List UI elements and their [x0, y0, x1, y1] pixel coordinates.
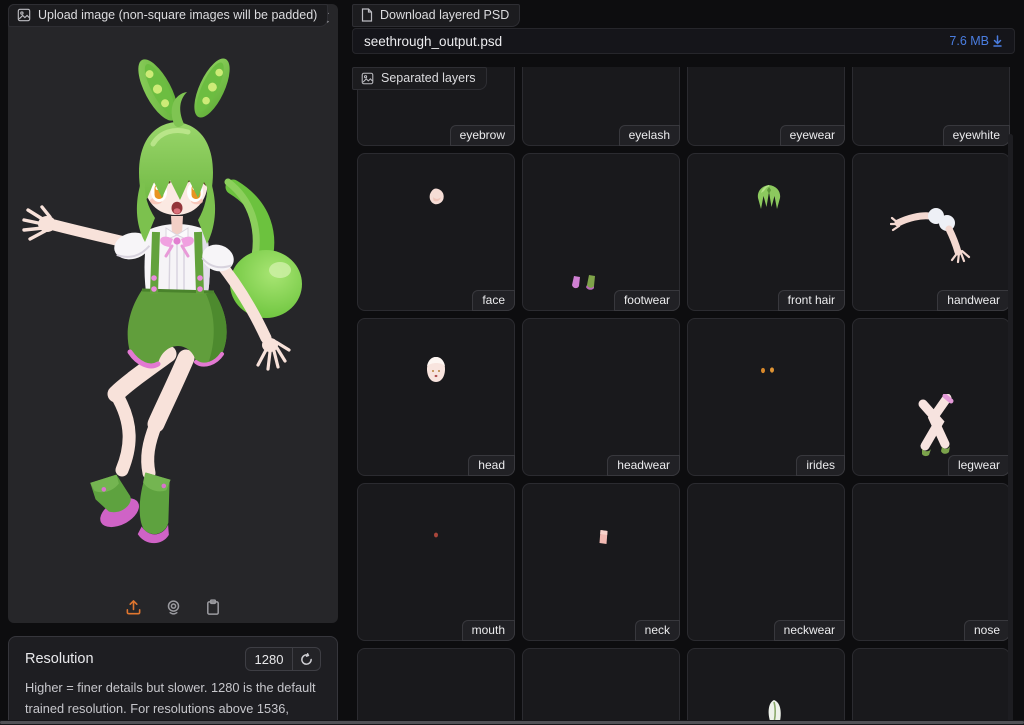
layer-cell-extra-1[interactable]	[357, 648, 515, 725]
layer-cell-eyewhite[interactable]: eyewhite	[852, 67, 1010, 146]
clipboard-source-button[interactable]	[204, 598, 222, 617]
face-layer-thumbnail	[427, 187, 446, 206]
legwear-layer-thumbnail	[909, 394, 961, 458]
layer-label: face	[472, 290, 515, 311]
head-layer-thumbnail	[424, 356, 448, 383]
layer-cell-face[interactable]: face	[357, 153, 515, 311]
upload-image-label-text: Upload image (non-square images will be …	[38, 8, 317, 22]
layer-label: neck	[635, 620, 680, 641]
layer-label: eyelash	[619, 125, 680, 146]
layer-label: eyewear	[780, 125, 845, 146]
layer-cell-nose[interactable]: nose	[852, 483, 1010, 641]
layer-cell-eyewear[interactable]: eyewear	[687, 67, 845, 146]
layer-label: head	[468, 455, 515, 476]
layer-cell-extra-2[interactable]	[522, 648, 680, 725]
mouth-layer-thumbnail	[433, 532, 439, 538]
layer-label: neckwear	[774, 620, 845, 641]
layer-label: irides	[796, 455, 845, 476]
layer-cell-irides[interactable]: irides	[687, 318, 845, 476]
separated-layers-label-text: Separated layers	[381, 71, 476, 85]
upload-source-button[interactable]	[124, 598, 143, 617]
layer-label: eyewhite	[943, 125, 1010, 146]
layer-cell-legwear[interactable]: legwear	[852, 318, 1010, 476]
horizontal-scrollbar[interactable]	[0, 721, 1024, 724]
layer-label: footwear	[614, 290, 680, 311]
layer-cell-mouth[interactable]: mouth	[357, 483, 515, 641]
layer-cell-neck[interactable]: neck	[522, 483, 680, 641]
image-source-row	[8, 598, 338, 617]
layer-cell-footwear[interactable]: footwear	[522, 153, 680, 311]
resolution-panel: Resolution Higher = finer details but sl…	[8, 636, 338, 725]
layer-cell-head[interactable]: head	[357, 318, 515, 476]
neck-layer-thumbnail	[598, 529, 609, 545]
app-window: Upload image (non-square images will be …	[0, 0, 1024, 725]
download-icon	[992, 35, 1003, 47]
file-icon	[361, 8, 373, 22]
psd-file-name: seethrough_output.psd	[364, 34, 502, 49]
horizontal-scrollbar-track	[0, 720, 1024, 725]
layers-grid: eyebrow eyelash eyewear eyewhite face	[357, 67, 1010, 725]
upload-image-label: Upload image (non-square images will be …	[8, 4, 328, 27]
resolution-title: Resolution	[25, 651, 94, 667]
gallery-vertical-scrollbar[interactable]	[1008, 134, 1013, 725]
resolution-input[interactable]	[246, 648, 292, 670]
separated-layers-label: Separated layers	[352, 67, 487, 90]
handwear-layer-thumbnail	[890, 204, 975, 264]
layer-cell-eyelash[interactable]: eyelash	[522, 67, 680, 146]
webcam-source-button[interactable]	[164, 598, 183, 617]
reset-resolution-button[interactable]	[293, 648, 320, 670]
footwear-layer-thumbnail	[571, 274, 599, 291]
front-hair-layer-thumbnail	[754, 184, 784, 210]
irides-layer-thumbnail	[760, 367, 776, 374]
layer-cell-extra-3[interactable]	[687, 648, 845, 725]
layer-cell-neckwear[interactable]: neckwear	[687, 483, 845, 641]
layer-cell-front-hair[interactable]: front hair	[687, 153, 845, 311]
uploaded-character-image	[8, 32, 338, 592]
resolution-input-group	[245, 647, 321, 671]
psd-download-link[interactable]: 7.6 MB	[949, 34, 1003, 48]
download-psd-label: Download layered PSD	[352, 4, 520, 27]
psd-file-row: seethrough_output.psd 7.6 MB	[352, 28, 1015, 54]
layer-label: headwear	[607, 455, 680, 476]
psd-file-size: 7.6 MB	[949, 34, 989, 48]
layer-label: front hair	[778, 290, 845, 311]
layer-cell-handwear[interactable]: handwear	[852, 153, 1010, 311]
download-psd-label-text: Download layered PSD	[380, 8, 509, 22]
layer-label: nose	[964, 620, 1010, 641]
layer-label: handwear	[937, 290, 1010, 311]
layer-label: eyebrow	[450, 125, 515, 146]
separated-layers-gallery: Separated layers eyebrow eyelash eyewear…	[352, 67, 1015, 725]
layer-label: legwear	[948, 455, 1010, 476]
resolution-description: Higher = finer details but slower. 1280 …	[25, 678, 321, 725]
upload-image-panel: Upload image (non-square images will be …	[8, 4, 338, 623]
layer-cell-headwear[interactable]: headwear	[522, 318, 680, 476]
image-icon	[361, 72, 374, 85]
image-icon	[17, 8, 31, 22]
layer-cell-extra-4[interactable]	[852, 648, 1010, 725]
layer-label: mouth	[462, 620, 515, 641]
